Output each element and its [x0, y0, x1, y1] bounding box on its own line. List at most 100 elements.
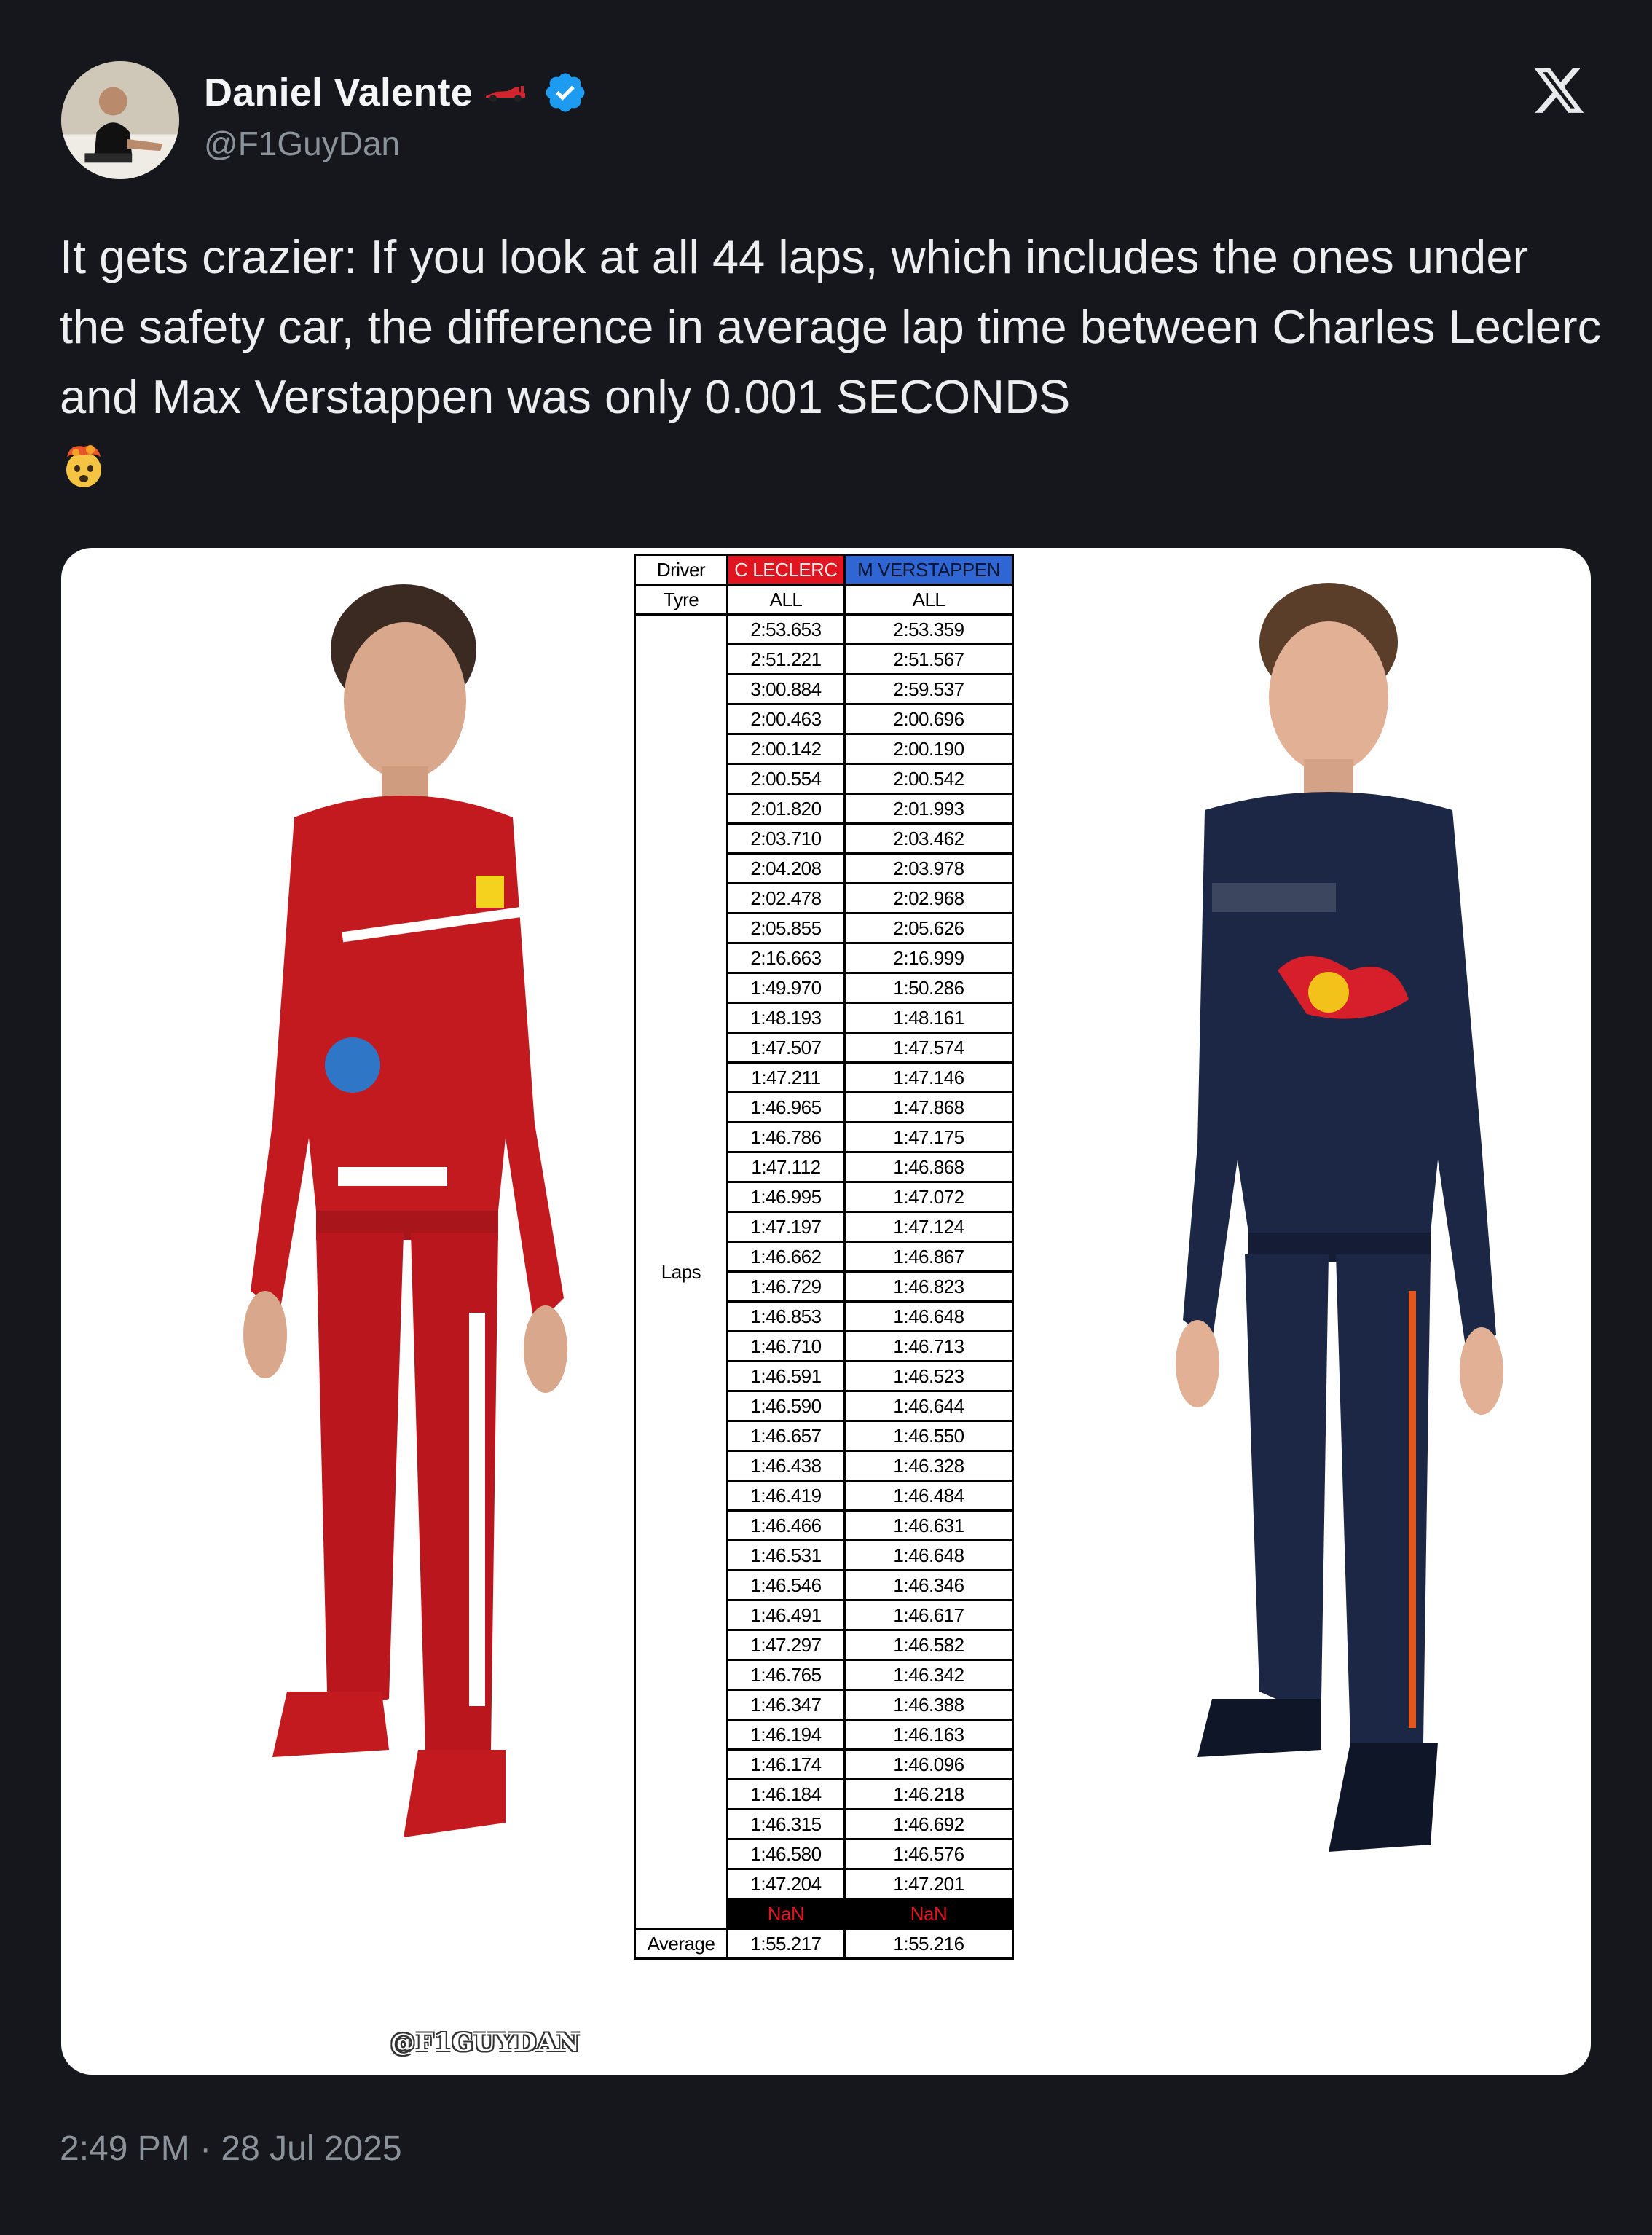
verstappen-driver-photo [1176, 583, 1503, 1852]
verstappen-lap-time: 1:46.523 [843, 1360, 1014, 1392]
verstappen-lap-time: 1:46.342 [843, 1659, 1014, 1691]
leclerc-lap-time: 1:46.729 [726, 1270, 846, 1303]
leclerc-lap-time: 1:47.211 [726, 1061, 846, 1093]
verstappen-lap-time: 1:46.163 [843, 1719, 1014, 1751]
leclerc-lap-time: 1:47.197 [726, 1211, 846, 1243]
verstappen-lap-time: 1:47.175 [843, 1121, 1014, 1153]
verstappen-lap-time: 2:01.993 [843, 793, 1014, 825]
leclerc-lap-time: 1:46.657 [726, 1420, 846, 1452]
verstappen-lap-time: 1:46.648 [843, 1539, 1014, 1571]
verstappen-lap-time: 2:05.626 [843, 912, 1014, 944]
verstappen-lap-time: 1:46.644 [843, 1390, 1014, 1422]
leclerc-lap-time: 1:47.507 [726, 1032, 846, 1064]
author-avatar[interactable] [61, 61, 179, 179]
leclerc-lap-time: 2:05.855 [726, 912, 846, 944]
verified-badge-icon [546, 73, 585, 112]
author-handle[interactable]: @F1GuyDan [204, 124, 400, 163]
verstappen-lap-time: 2:03.462 [843, 822, 1014, 855]
verstappen-tyre: ALL [843, 584, 1014, 616]
verstappen-lap-time: 2:51.567 [843, 643, 1014, 675]
verstappen-lap-time: NaN [843, 1898, 1014, 1930]
verstappen-lap-time: 1:48.161 [843, 1002, 1014, 1034]
leclerc-lap-time: 1:46.438 [726, 1450, 846, 1482]
leclerc-lap-time: 2:04.208 [726, 852, 846, 884]
verstappen-lap-time: 2:00.190 [843, 733, 1014, 765]
watermark: @F1GUYDAN [390, 2028, 581, 2057]
verstappen-lap-time: 1:46.868 [843, 1151, 1014, 1183]
verstappen-lap-time: 1:46.692 [843, 1808, 1014, 1840]
verstappen-lap-time: 2:53.359 [843, 613, 1014, 645]
leclerc-lap-time: 1:46.419 [726, 1480, 846, 1512]
tweet-text: It gets crazier: If you look at all 44 l… [60, 230, 1602, 423]
leclerc-lap-time: 1:46.347 [726, 1689, 846, 1721]
leclerc-lap-time: 2:00.142 [726, 733, 846, 765]
verstappen-lap-time: 2:16.999 [843, 942, 1014, 974]
driver-header-label: Driver [634, 554, 728, 586]
table-average-row: Average 1:55.217 1:55.216 [634, 1928, 1014, 1960]
leclerc-lap-time: 2:01.820 [726, 793, 846, 825]
verstappen-lap-time: 1:46.823 [843, 1270, 1014, 1303]
leclerc-lap-time: 2:16.663 [726, 942, 846, 974]
leclerc-lap-time: 1:49.970 [726, 972, 846, 1004]
tyre-header-label: Tyre [634, 584, 728, 616]
exploding-head-icon [66, 445, 101, 487]
verstappen-lap-time: 1:47.574 [843, 1032, 1014, 1064]
leclerc-lap-time: 1:46.590 [726, 1390, 846, 1422]
verstappen-lap-time: 1:50.286 [843, 972, 1014, 1004]
leclerc-lap-time: 2:03.710 [726, 822, 846, 855]
verstappen-lap-time: 1:47.124 [843, 1211, 1014, 1243]
leclerc-lap-time: 1:46.174 [726, 1748, 846, 1780]
leclerc-lap-time: 1:46.580 [726, 1838, 846, 1870]
x-logo-icon[interactable] [1530, 63, 1588, 118]
lap-row: Laps 2:53.653 2:53.359 [634, 613, 1014, 1930]
leclerc-lap-time: 1:48.193 [726, 1002, 846, 1034]
verstappen-lap-time: 1:46.096 [843, 1748, 1014, 1780]
verstappen-lap-time: 1:46.328 [843, 1450, 1014, 1482]
leclerc-average: 1:55.217 [726, 1928, 846, 1960]
leclerc-lap-time: 1:46.662 [726, 1241, 846, 1273]
leclerc-lap-time: 1:46.710 [726, 1330, 846, 1362]
leclerc-lap-time: 1:46.853 [726, 1300, 846, 1332]
average-label: Average [634, 1928, 728, 1960]
tweet-media-image[interactable]: Driver C LECLERC M VERSTAPPEN Tyre ALL A… [61, 548, 1591, 2075]
lap-times-table: Driver C LECLERC M VERSTAPPEN Tyre ALL A… [634, 554, 1014, 1960]
leclerc-lap-time: 1:46.965 [726, 1091, 846, 1123]
leclerc-lap-time: 1:46.315 [726, 1808, 846, 1840]
table-tyre-row: Tyre ALL ALL [634, 584, 1014, 616]
leclerc-lap-time: 1:46.765 [726, 1659, 846, 1691]
verstappen-lap-time: 1:46.388 [843, 1689, 1014, 1721]
verstappen-lap-time: 1:47.072 [843, 1181, 1014, 1213]
leclerc-lap-time: 2:02.478 [726, 882, 846, 914]
laps-label: Laps [634, 613, 728, 1930]
verstappen-lap-time: 1:46.617 [843, 1599, 1014, 1631]
leclerc-lap-time: 1:46.466 [726, 1509, 846, 1541]
verstappen-average: 1:55.216 [843, 1928, 1014, 1960]
leclerc-header: C LECLERC [726, 554, 846, 586]
tweet-timestamp[interactable]: 2:49 PM · 28 Jul 2025 [60, 2129, 402, 2169]
leclerc-lap-time: 1:47.297 [726, 1629, 846, 1661]
verstappen-lap-time: 1:47.146 [843, 1061, 1014, 1093]
verstappen-lap-time: 1:46.867 [843, 1241, 1014, 1273]
leclerc-driver-photo [243, 584, 567, 1837]
f1-car-icon [485, 86, 525, 102]
verstappen-lap-time: 2:00.696 [843, 703, 1014, 735]
verstappen-lap-time: 1:46.576 [843, 1838, 1014, 1870]
verstappen-lap-time: 1:46.582 [843, 1629, 1014, 1661]
verstappen-lap-time: 1:46.550 [843, 1420, 1014, 1452]
verstappen-header: M VERSTAPPEN [843, 554, 1014, 586]
leclerc-lap-time: 2:00.463 [726, 703, 846, 735]
author-name[interactable]: Daniel Valente [204, 70, 473, 115]
leclerc-lap-time: 1:46.184 [726, 1778, 846, 1810]
leclerc-lap-time: 1:46.531 [726, 1539, 846, 1571]
leclerc-lap-time: 1:47.112 [726, 1151, 846, 1183]
leclerc-lap-time: 2:53.653 [726, 613, 846, 645]
leclerc-lap-time: 2:51.221 [726, 643, 846, 675]
verstappen-lap-time: 1:46.218 [843, 1778, 1014, 1810]
verstappen-lap-time: 2:02.968 [843, 882, 1014, 914]
verstappen-lap-time: 1:46.346 [843, 1569, 1014, 1601]
leclerc-lap-time: 1:46.546 [726, 1569, 846, 1601]
verstappen-lap-time: 1:46.713 [843, 1330, 1014, 1362]
table-driver-row: Driver C LECLERC M VERSTAPPEN [634, 554, 1014, 586]
verstappen-lap-time: 1:47.201 [843, 1868, 1014, 1900]
verstappen-lap-time: 2:00.542 [843, 763, 1014, 795]
